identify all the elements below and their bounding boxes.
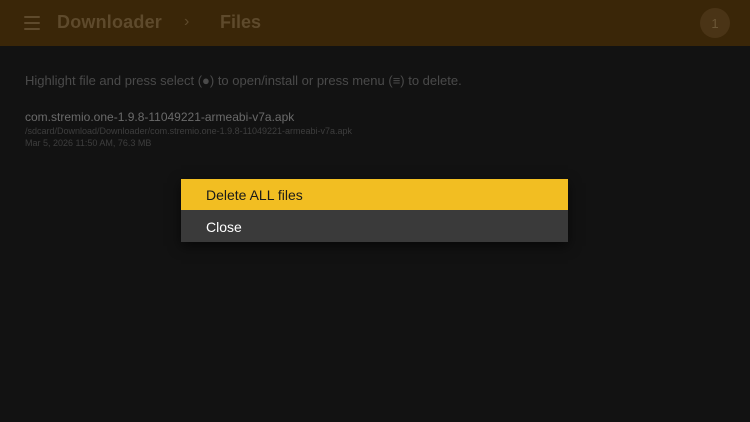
hamburger-menu-icon[interactable] <box>24 16 40 30</box>
file-list-item[interactable]: com.stremio.one-1.9.8-11049221-armeabi-v… <box>25 110 625 149</box>
instructions-text: Highlight file and press select (●) to o… <box>25 73 462 88</box>
notification-badge[interactable]: 1 <box>700 8 730 38</box>
file-name: com.stremio.one-1.9.8-11049221-armeabi-v… <box>25 110 295 124</box>
top-app-bar: Downloader › Files 1 <box>0 0 750 46</box>
app-title: Downloader <box>57 12 163 32</box>
delete-all-files-button[interactable]: Delete ALL files <box>181 179 568 210</box>
close-button[interactable]: Close <box>181 211 568 242</box>
section-title: Files <box>220 12 262 32</box>
options-dialog: Delete ALL files Close <box>181 179 568 242</box>
file-path: /sdcard/Download/Downloader/com.stremio.… <box>25 126 353 136</box>
app-root: Downloader › Files 1 Highlight file and … <box>0 0 750 422</box>
file-meta: Mar 5, 2026 11:50 AM, 76.3 MB <box>25 138 152 148</box>
chevron-right-icon: › <box>184 13 190 30</box>
